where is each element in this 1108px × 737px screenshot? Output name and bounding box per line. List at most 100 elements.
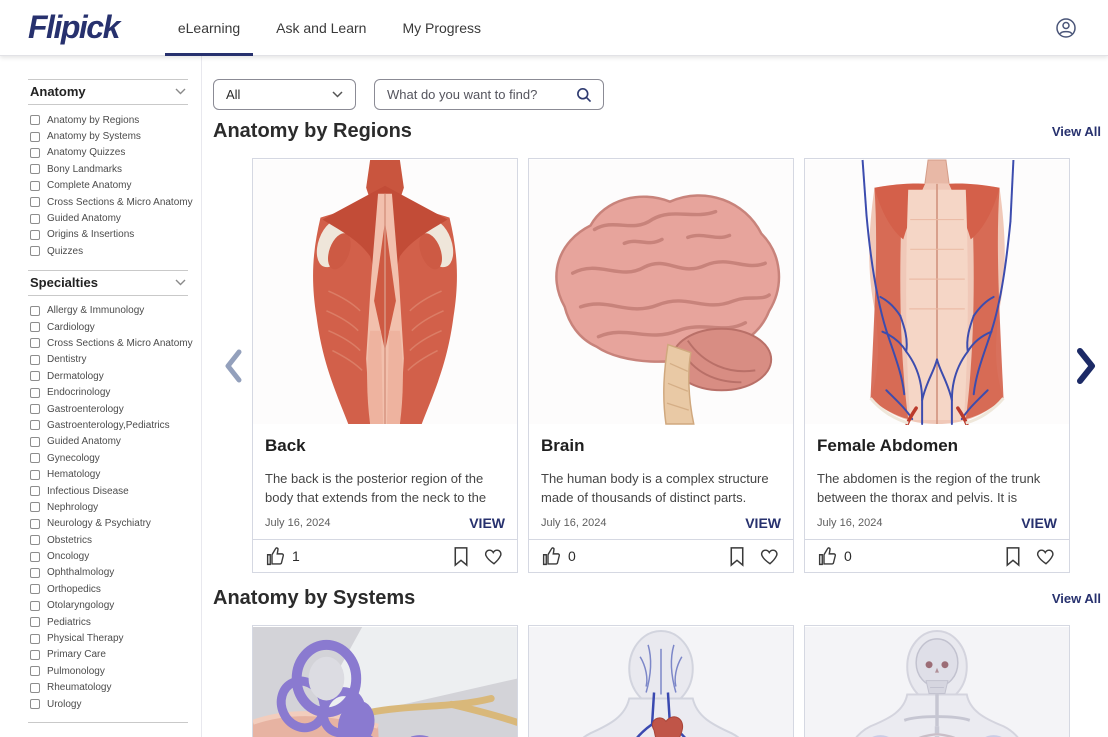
checkbox[interactable] xyxy=(30,617,40,627)
sidebar-filter-item[interactable]: Guided Anatomy xyxy=(28,434,188,450)
sidebar-filter-item[interactable]: Guided Anatomy xyxy=(28,210,188,226)
checkbox[interactable] xyxy=(30,568,40,578)
sidebar-filter-item[interactable]: Hematology xyxy=(28,466,188,482)
checkbox[interactable] xyxy=(30,214,40,224)
checkbox[interactable] xyxy=(30,666,40,676)
sidebar-filter-item[interactable]: Otolaryngology xyxy=(28,598,188,614)
checkbox[interactable] xyxy=(30,486,40,496)
checkbox[interactable] xyxy=(30,148,40,158)
sidebar-section-anatomy-header[interactable]: Anatomy xyxy=(28,80,188,105)
sidebar-filter-item[interactable]: Anatomy by Regions xyxy=(28,112,188,128)
sidebar-filter-item[interactable]: Dermatology xyxy=(28,368,188,384)
checkbox[interactable] xyxy=(30,584,40,594)
checkbox[interactable] xyxy=(30,355,40,365)
sidebar-filter-item[interactable]: Pediatrics xyxy=(28,614,188,630)
view-all-link-systems[interactable]: View All xyxy=(1052,591,1101,606)
sidebar-filter-item[interactable]: Physical Therapy xyxy=(28,630,188,646)
course-card-brain[interactable]: Brain The human body is a complex struct… xyxy=(528,158,794,573)
sidebar-filter-item[interactable]: Neurology & Psychiatry xyxy=(28,516,188,532)
checkbox[interactable] xyxy=(30,115,40,125)
checkbox[interactable] xyxy=(30,420,40,430)
thumbs-up-icon[interactable] xyxy=(541,546,562,567)
nav-tab-elearning[interactable]: eLearning xyxy=(165,0,253,55)
checkbox[interactable] xyxy=(30,683,40,693)
card-footer: 1 xyxy=(253,539,517,572)
checkbox[interactable] xyxy=(30,650,40,660)
thumbs-up-icon[interactable] xyxy=(817,546,838,567)
checkbox[interactable] xyxy=(30,601,40,611)
checkbox[interactable] xyxy=(30,132,40,142)
sidebar-section-specialties-header[interactable]: Specialties xyxy=(28,271,188,296)
category-dropdown[interactable]: All xyxy=(213,79,356,110)
bookmark-icon[interactable] xyxy=(728,546,746,567)
checkbox[interactable] xyxy=(30,197,40,207)
checkbox[interactable] xyxy=(30,181,40,191)
carousel-prev-button[interactable] xyxy=(213,347,252,385)
course-card-back[interactable]: Back The back is the posterior region of… xyxy=(252,158,518,573)
checkbox[interactable] xyxy=(30,371,40,381)
sidebar-filter-item[interactable]: Gastroenterology,Pediatrics xyxy=(28,417,188,433)
sidebar-filter-item[interactable]: Nephrology xyxy=(28,499,188,515)
sidebar-filter-item[interactable]: Pulmonology xyxy=(28,663,188,679)
nav-tab-my-progress[interactable]: My Progress xyxy=(389,0,494,55)
search-icon[interactable] xyxy=(575,86,593,104)
sidebar-filter-item[interactable]: Obstetrics xyxy=(28,532,188,548)
checkbox[interactable] xyxy=(30,322,40,332)
sidebar-filter-item[interactable]: Rheumatology xyxy=(28,680,188,696)
thumbs-up-icon[interactable] xyxy=(265,546,286,567)
checkbox[interactable] xyxy=(30,470,40,480)
checkbox[interactable] xyxy=(30,437,40,447)
bookmark-icon[interactable] xyxy=(452,546,470,567)
checkbox[interactable] xyxy=(30,306,40,316)
sidebar-filter-item[interactable]: Endocrinology xyxy=(28,384,188,400)
view-button[interactable]: VIEW xyxy=(1021,515,1057,531)
sidebar-filter-item[interactable]: Origins & Insertions xyxy=(28,227,188,243)
sidebar-filter-item[interactable]: Quizzes xyxy=(28,243,188,259)
sidebar-filter-item[interactable]: Cross Sections & Micro Anatomy xyxy=(28,335,188,351)
sidebar-filter-item[interactable]: Anatomy Quizzes xyxy=(28,145,188,161)
checkbox[interactable] xyxy=(30,164,40,174)
checkbox[interactable] xyxy=(30,502,40,512)
sidebar-filter-item[interactable]: Cross Sections & Micro Anatomy xyxy=(28,194,188,210)
sidebar-filter-item[interactable]: Ophthalmology xyxy=(28,565,188,581)
checkbox[interactable] xyxy=(30,519,40,529)
course-card-venous-system[interactable] xyxy=(528,625,794,737)
sidebar-filter-item[interactable]: Urology xyxy=(28,696,188,712)
checkbox[interactable] xyxy=(30,338,40,348)
checkbox[interactable] xyxy=(30,453,40,463)
view-all-link-regions[interactable]: View All xyxy=(1052,124,1101,139)
search-input[interactable] xyxy=(387,87,575,102)
view-button[interactable]: VIEW xyxy=(469,515,505,531)
checkbox[interactable] xyxy=(30,246,40,256)
sidebar-filter-item[interactable]: Anatomy by Systems xyxy=(28,128,188,144)
bookmark-icon[interactable] xyxy=(1004,546,1022,567)
course-card-skeletal-system[interactable] xyxy=(804,625,1070,737)
nav-tab-ask-and-learn[interactable]: Ask and Learn xyxy=(263,0,379,55)
sidebar-filter-item[interactable]: Cardiology xyxy=(28,319,188,335)
sidebar-filter-item[interactable]: Bony Landmarks xyxy=(28,161,188,177)
sidebar-filter-item[interactable]: Allergy & Immunology xyxy=(28,303,188,319)
carousel-next-button[interactable] xyxy=(1070,346,1101,386)
sidebar-filter-item[interactable]: Gynecology xyxy=(28,450,188,466)
heart-icon[interactable] xyxy=(483,546,505,566)
course-card-female-abdomen[interactable]: Female Abdomen The abdomen is the region… xyxy=(804,158,1070,573)
checkbox[interactable] xyxy=(30,388,40,398)
view-button[interactable]: VIEW xyxy=(745,515,781,531)
sidebar-filter-item[interactable]: Oncology xyxy=(28,548,188,564)
sidebar-filter-item[interactable]: Infectious Disease xyxy=(28,483,188,499)
user-account-icon[interactable] xyxy=(1048,10,1084,46)
sidebar-filter-item[interactable]: Dentistry xyxy=(28,352,188,368)
checkbox[interactable] xyxy=(30,404,40,414)
course-card-auditory-system[interactable] xyxy=(252,625,518,737)
sidebar-filter-item[interactable]: Orthopedics xyxy=(28,581,188,597)
heart-icon[interactable] xyxy=(759,546,781,566)
sidebar-filter-item[interactable]: Complete Anatomy xyxy=(28,178,188,194)
sidebar-filter-item[interactable]: Gastroenterology xyxy=(28,401,188,417)
checkbox[interactable] xyxy=(30,552,40,562)
checkbox[interactable] xyxy=(30,535,40,545)
checkbox[interactable] xyxy=(30,699,40,709)
checkbox[interactable] xyxy=(30,634,40,644)
heart-icon[interactable] xyxy=(1035,546,1057,566)
sidebar-filter-item[interactable]: Primary Care xyxy=(28,647,188,663)
checkbox[interactable] xyxy=(30,230,40,240)
